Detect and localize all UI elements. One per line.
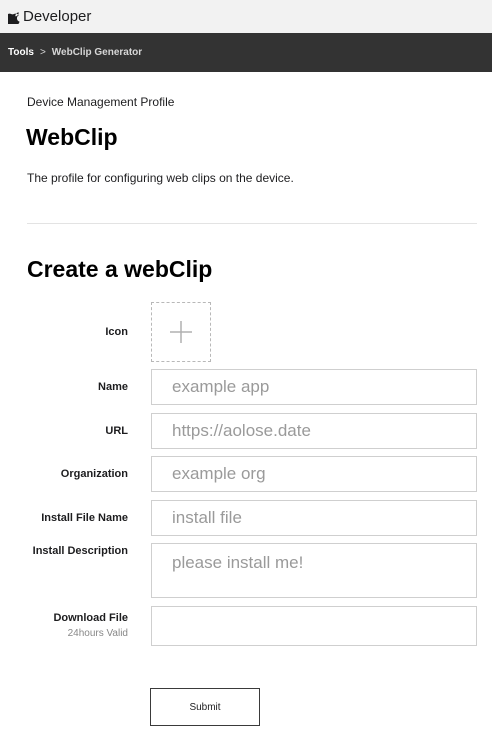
organization-input[interactable] <box>151 456 477 492</box>
name-label: Name <box>98 381 128 393</box>
developer-home-link[interactable]: Developer <box>8 8 91 25</box>
url-label: URL <box>105 425 128 437</box>
name-input[interactable] <box>151 369 477 405</box>
download-file-field[interactable] <box>151 606 477 646</box>
organization-label: Organization <box>60 468 128 480</box>
page-title: WebClip <box>26 124 118 150</box>
profile-subtitle: Device Management Profile <box>27 95 175 109</box>
section-divider <box>27 223 477 224</box>
icon-upload-button[interactable] <box>151 302 211 362</box>
icon-label: Icon <box>105 326 128 338</box>
install-description-label: Install Description <box>32 545 128 557</box>
breadcrumb: Tools > WebClip Generator <box>0 33 492 72</box>
url-input[interactable] <box>151 413 477 449</box>
download-file-validity: 24hours Valid <box>67 628 128 639</box>
download-file-label: Download File <box>53 612 128 624</box>
form-title: Create a webClip <box>27 256 213 282</box>
install-description-input[interactable] <box>151 543 477 598</box>
profile-description: The profile for configuring web clips on… <box>27 171 294 185</box>
submit-button[interactable]: Submit <box>150 688 260 726</box>
breadcrumb-current: WebClip Generator <box>51 47 143 58</box>
plus-icon <box>170 321 192 343</box>
top-bar: Developer <box>0 0 492 33</box>
install-file-name-label: Install File Name <box>41 512 128 524</box>
apple-icon <box>8 11 20 24</box>
breadcrumb-separator: > <box>39 47 46 58</box>
breadcrumb-tools-link[interactable]: Tools <box>8 47 34 58</box>
brand-name: Developer <box>23 8 92 25</box>
install-file-name-input[interactable] <box>151 500 477 536</box>
